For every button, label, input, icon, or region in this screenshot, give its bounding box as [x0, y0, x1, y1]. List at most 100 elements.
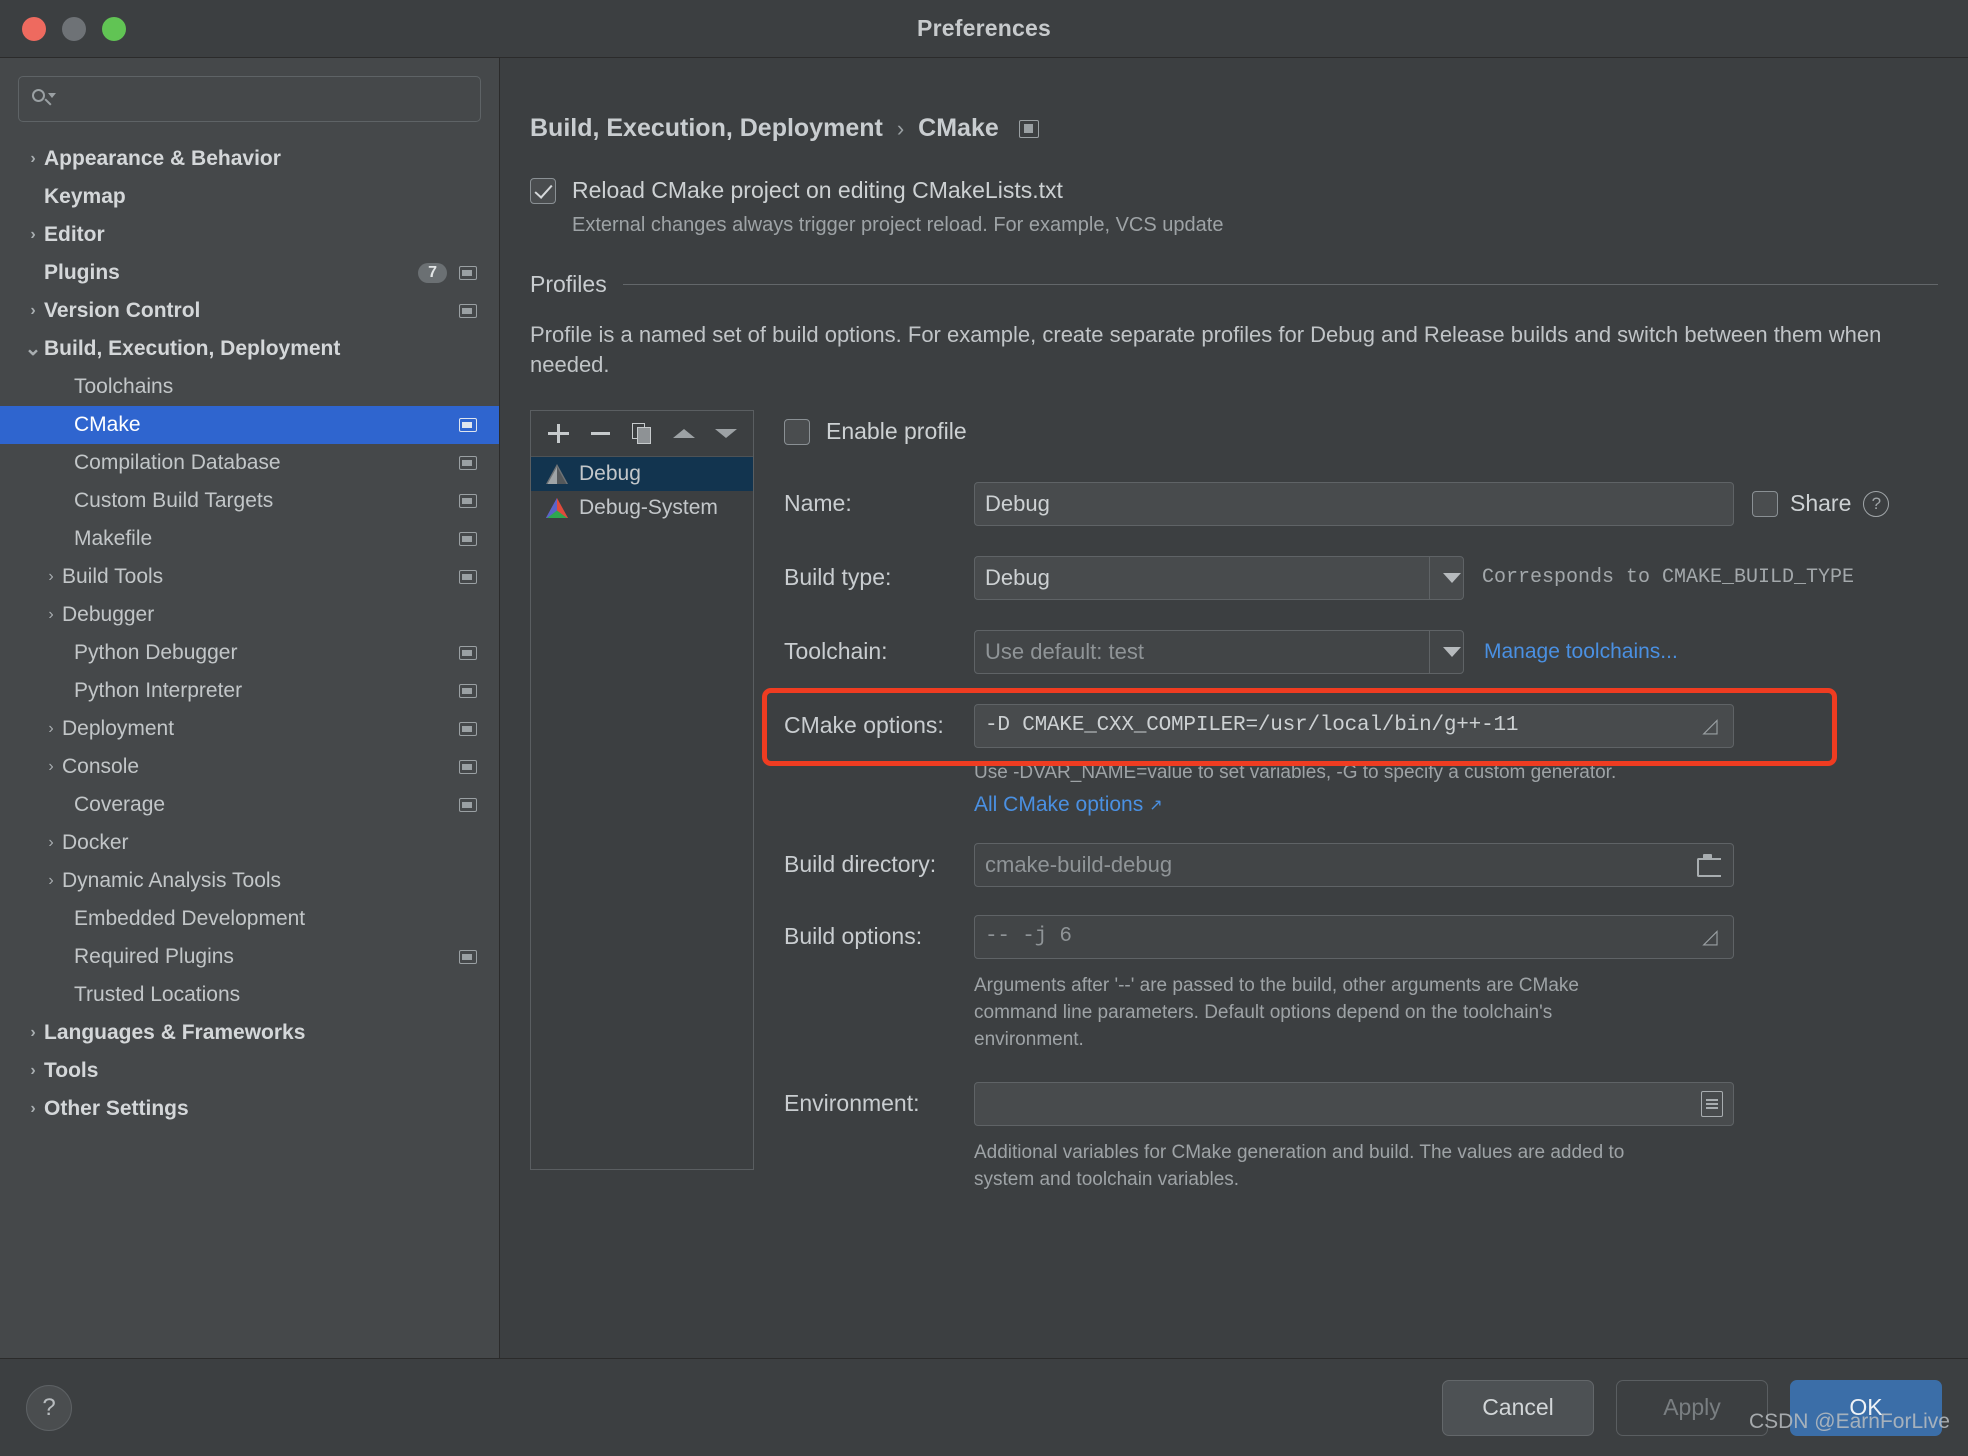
build-directory-input[interactable]: cmake-build-debug [974, 842, 1734, 887]
window-body: › Appearance & Behavior Keymap › Editor Plugi… [0, 58, 1968, 1358]
sidebar-item-version-control[interactable]: › Version Control [0, 292, 499, 330]
build-type-label: Build type: [784, 564, 892, 591]
sidebar-item-label: Other Settings [44, 1097, 189, 1120]
sidebar-item-editor[interactable]: › Editor [0, 216, 499, 254]
sidebar-item-build-tools[interactable]: › Build Tools [0, 558, 499, 596]
environment-row: Environment: [784, 1081, 1938, 1126]
chevron-right-icon[interactable]: › [40, 872, 62, 890]
sidebar-item-compilation-database[interactable]: Compilation Database [0, 444, 499, 482]
profile-list-item[interactable]: Debug-System [531, 491, 753, 525]
move-up-button[interactable] [663, 415, 705, 451]
cancel-button[interactable]: Cancel [1442, 1379, 1594, 1436]
sidebar-item-custom-build-targets[interactable]: Custom Build Targets [0, 482, 499, 520]
enable-profile-row[interactable]: Enable profile [784, 410, 1938, 454]
sidebar-item-label: Trusted Locations [74, 983, 241, 1006]
external-link-icon[interactable]: ↗ [1149, 795, 1162, 815]
cmake-color-icon [545, 497, 569, 519]
sidebar-item-dynamic-analysis-tools[interactable]: › Dynamic Analysis Tools [0, 862, 499, 900]
build-type-select[interactable]: Debug [974, 555, 1464, 600]
build-directory-row: Build directory: cmake-build-debug [784, 842, 1938, 887]
sidebar-item-toolchains[interactable]: Toolchains [0, 368, 499, 406]
profile-form: Enable profile Name: Debug Share ? Build… [762, 410, 1938, 1194]
copy-profile-button[interactable] [621, 415, 663, 451]
folder-icon[interactable] [1695, 853, 1723, 877]
preferences-window: Preferences › Appearance & Behavior Keymap… [0, 0, 1968, 1456]
chevron-right-icon[interactable]: › [22, 150, 44, 168]
sidebar-item-build-execution-deployment[interactable]: ⌄ Build, Execution, Deployment [0, 330, 499, 368]
sidebar-item-label: Embedded Development [74, 907, 306, 930]
manage-toolchains-link[interactable]: Manage toolchains... [1484, 640, 1678, 664]
chevron-right-icon[interactable]: › [40, 720, 62, 738]
profile-list-item[interactable]: Debug [531, 456, 753, 491]
sidebar-item-tools[interactable]: › Tools [0, 1052, 499, 1090]
chevron-right-icon[interactable]: › [22, 226, 44, 244]
help-button[interactable]: ? [26, 1384, 72, 1431]
expand-icon[interactable]: ◿ [1697, 924, 1723, 949]
search-input[interactable] [61, 88, 468, 110]
sidebar-item-python-interpreter[interactable]: Python Interpreter [0, 672, 499, 710]
sidebar-item-label: Tools [44, 1059, 99, 1082]
project-scope-icon [459, 532, 477, 546]
sidebar-item-required-plugins[interactable]: Required Plugins [0, 938, 499, 976]
chevron-down-icon[interactable]: ⌄ [22, 339, 44, 359]
title-bar: Preferences [0, 0, 1968, 58]
sidebar-item-label: Makefile [74, 527, 153, 550]
reload-cmake-checkbox[interactable] [530, 177, 556, 204]
move-down-button[interactable] [705, 415, 747, 451]
chevron-right-icon[interactable]: › [22, 302, 44, 320]
toolchain-select[interactable]: Use default: test [974, 629, 1464, 674]
project-scope-icon [459, 684, 477, 698]
environment-variables-icon[interactable] [1701, 1090, 1723, 1117]
chevron-right-icon[interactable]: › [40, 568, 62, 586]
chevron-down-icon[interactable] [1429, 630, 1473, 673]
sidebar-item-label: Compilation Database [74, 451, 281, 474]
breadcrumb-root[interactable]: Build, Execution, Deployment [530, 114, 883, 143]
sidebar-item-embedded-development[interactable]: Embedded Development [0, 900, 499, 938]
search-box[interactable] [18, 76, 481, 122]
share-checkbox[interactable] [1752, 490, 1778, 517]
sidebar-item-docker[interactable]: › Docker [0, 824, 499, 862]
enable-profile-checkbox[interactable] [784, 418, 810, 445]
cmake-options-input[interactable]: -D CMAKE_CXX_COMPILER=/usr/local/bin/g++… [974, 703, 1734, 748]
sidebar-item-appearance-behavior[interactable]: › Appearance & Behavior [0, 140, 499, 178]
sidebar-item-deployment[interactable]: › Deployment [0, 710, 499, 748]
build-options-input[interactable]: -- -j 6 ◿ [974, 914, 1734, 959]
chevron-down-icon[interactable] [1429, 556, 1473, 599]
sidebar-item-debugger[interactable]: › Debugger [0, 596, 499, 634]
chevron-right-icon[interactable]: › [40, 606, 62, 624]
environment-input[interactable] [974, 1081, 1734, 1126]
chevron-right-icon[interactable]: › [40, 758, 62, 776]
chevron-right-icon[interactable]: › [22, 1100, 44, 1118]
share-help-icon[interactable]: ? [1863, 490, 1890, 517]
sidebar-item-languages-frameworks[interactable]: › Languages & Frameworks [0, 1014, 499, 1052]
add-profile-button[interactable] [537, 415, 579, 451]
chevron-right-icon[interactable]: › [22, 1062, 44, 1080]
chevron-right-icon[interactable]: › [40, 834, 62, 852]
expand-icon[interactable]: ◿ [1697, 713, 1723, 738]
reload-cmake-row[interactable]: Reload CMake project on editing CMakeLis… [530, 177, 1938, 204]
sidebar-item-label: CMake [74, 413, 141, 436]
sidebar-item-keymap[interactable]: Keymap [0, 178, 499, 216]
sidebar-item-cmake[interactable]: CMake [0, 406, 499, 444]
project-scope-icon [459, 722, 477, 736]
build-type-row: Build type: Debug Corresponds to CMAKE_B… [784, 555, 1938, 600]
sidebar-item-makefile[interactable]: Makefile [0, 520, 499, 558]
project-scope-icon[interactable] [1018, 119, 1039, 138]
build-options-hint: Arguments after '--' are passed to the b… [974, 974, 1579, 1050]
all-cmake-options-link[interactable]: All CMake options [974, 793, 1143, 817]
sidebar-item-label: Deployment [62, 717, 175, 740]
name-input[interactable]: Debug [974, 481, 1734, 526]
project-scope-icon [459, 760, 477, 774]
sidebar-item-plugins[interactable]: Plugins 7 [0, 254, 499, 292]
sidebar-item-console[interactable]: › Console [0, 748, 499, 786]
sidebar-item-other-settings[interactable]: › Other Settings [0, 1090, 499, 1128]
sidebar-item-coverage[interactable]: Coverage [0, 786, 499, 824]
toolchain-value: Use default: test [985, 638, 1144, 664]
sidebar-item-python-debugger[interactable]: Python Debugger [0, 634, 499, 672]
plugin-count-badge: 7 [418, 263, 447, 283]
remove-profile-button[interactable] [579, 415, 621, 451]
sidebar-item-trusted-locations[interactable]: Trusted Locations [0, 976, 499, 1014]
chevron-right-icon[interactable]: › [22, 1024, 44, 1042]
sidebar-item-label: Python Debugger [74, 641, 238, 664]
build-options-value: -- -j 6 [985, 925, 1072, 949]
